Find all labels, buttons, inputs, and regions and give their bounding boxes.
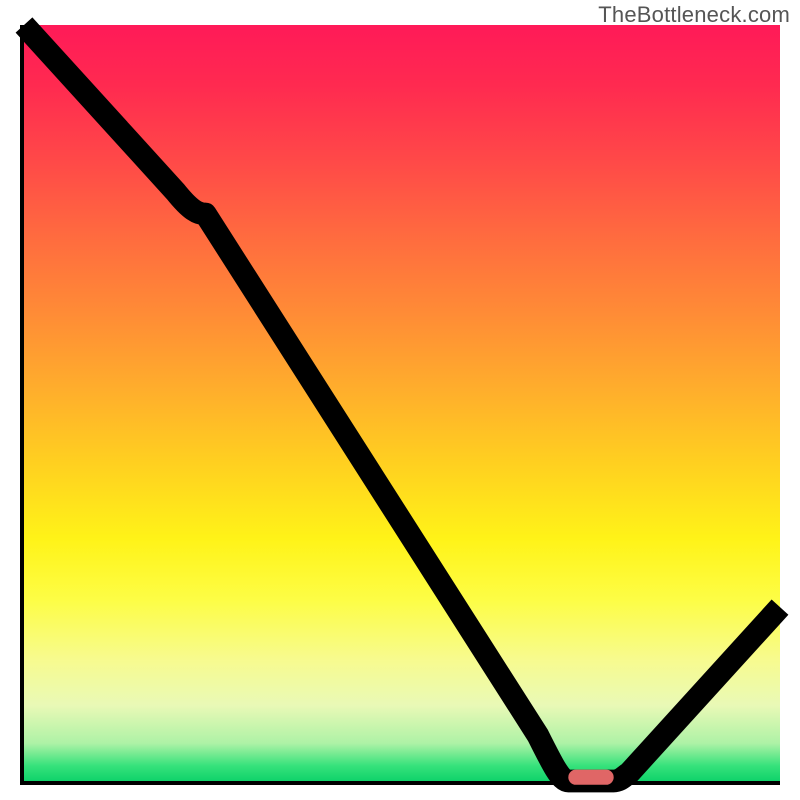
- bottleneck-curve: [24, 25, 780, 781]
- plot-area: [20, 25, 780, 785]
- chart-container: TheBottleneck.com: [0, 0, 800, 800]
- optimal-range-marker: [568, 770, 613, 785]
- chart-svg: [24, 25, 780, 781]
